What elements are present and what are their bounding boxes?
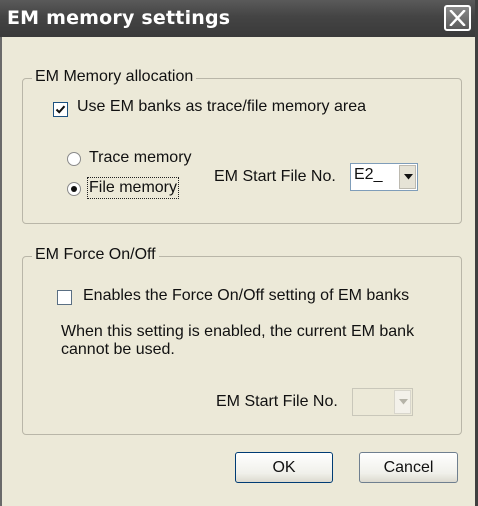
trace-memory-radio[interactable] xyxy=(67,152,81,166)
dialog-body: EM Memory allocation Use EM banks as tra… xyxy=(0,37,475,506)
dropdown-arrow-button[interactable] xyxy=(399,165,416,189)
em-force-onoff-group: EM Force On/Off Enables the Force On/Off… xyxy=(22,246,462,435)
checkmark-icon xyxy=(55,105,66,114)
disabled-dropdown-arrow xyxy=(394,390,411,414)
em-force-onoff-legend: EM Force On/Off xyxy=(32,246,159,264)
em-memory-allocation-group: EM Memory allocation Use EM banks as tra… xyxy=(22,68,462,224)
chevron-down-icon xyxy=(399,399,408,405)
chevron-down-icon xyxy=(404,174,413,180)
radio-selected-dot xyxy=(71,186,77,192)
title-bar[interactable]: EM memory settings xyxy=(0,0,475,37)
ok-button[interactable]: OK xyxy=(235,452,333,483)
force-warning-note: When this setting is enabled, the curren… xyxy=(61,323,415,358)
trace-memory-label[interactable]: Trace memory xyxy=(89,149,192,167)
close-icon xyxy=(449,10,466,26)
enable-force-label[interactable]: Enables the Force On/Off setting of EM b… xyxy=(83,287,409,305)
file-memory-label[interactable]: File memory xyxy=(86,177,180,199)
close-button[interactable] xyxy=(444,5,471,31)
enable-force-checkbox[interactable] xyxy=(57,290,72,305)
em-start-file-select[interactable]: E2_ xyxy=(350,163,418,191)
file-memory-radio[interactable] xyxy=(67,182,81,196)
em-memory-settings-dialog: EM memory settings EM Memory allocation … xyxy=(0,0,478,506)
use-em-banks-checkbox[interactable] xyxy=(53,102,68,117)
window-title: EM memory settings xyxy=(7,7,231,29)
em-start-file-value: E2_ xyxy=(354,166,383,183)
cancel-button[interactable]: Cancel xyxy=(359,452,458,483)
use-em-banks-label[interactable]: Use EM banks as trace/file memory area xyxy=(77,98,366,116)
em-memory-allocation-legend: EM Memory allocation xyxy=(32,68,197,86)
force-em-start-file-select xyxy=(352,388,413,416)
force-em-start-file-label: EM Start File No. xyxy=(216,393,338,410)
em-start-file-label: EM Start File No. xyxy=(214,168,336,185)
